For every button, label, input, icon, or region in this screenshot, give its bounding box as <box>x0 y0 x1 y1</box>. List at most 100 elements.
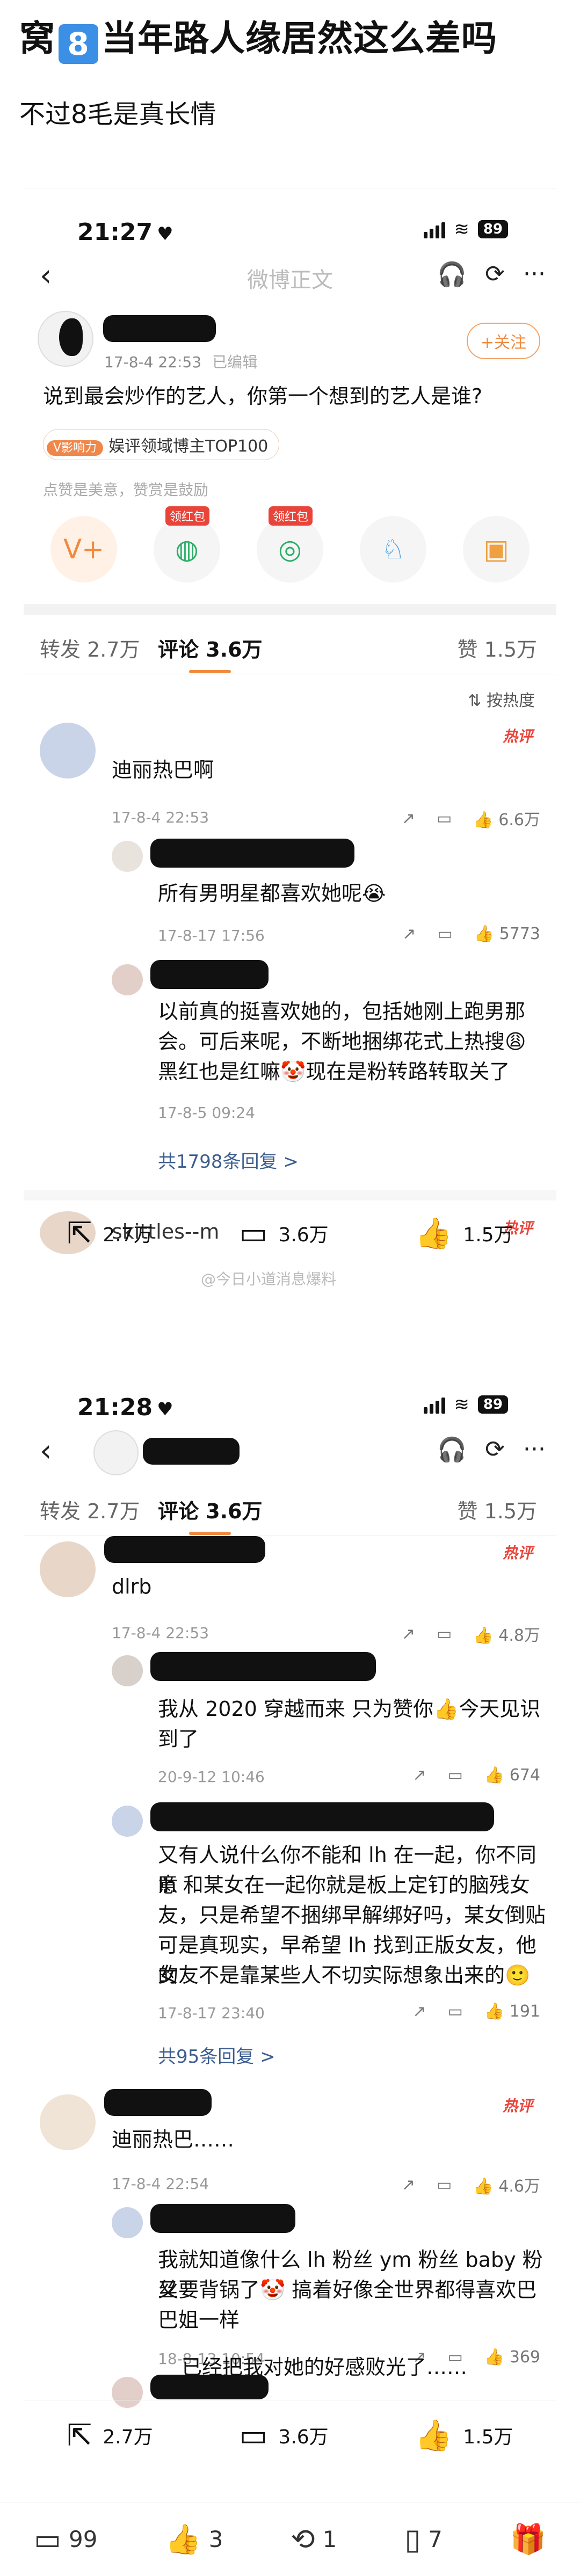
tab-comment[interactable]: 评论 3.6万 <box>158 1495 263 1535</box>
number-eight-emoji: 8 <box>59 24 98 64</box>
share-icon[interactable]: ↗ <box>412 2002 426 2021</box>
redacted-username <box>150 1802 494 1831</box>
share-icon[interactable]: ↗ <box>402 2175 415 2194</box>
comment-icon: ▭ <box>33 2522 62 2556</box>
comment-icon[interactable]: ▭ <box>447 2002 462 2021</box>
reply-text: 已经把我对她的好感败光了…… <box>182 2355 468 2379</box>
tab-forward[interactable]: 转发 2.7万 <box>40 1495 140 1524</box>
avatar[interactable] <box>112 964 143 995</box>
comment-icon[interactable]: ▭ <box>437 2175 452 2194</box>
avatar[interactable] <box>112 841 143 872</box>
hot-comment-badge: 热评 <box>502 1544 533 1562</box>
like-button[interactable]: 👍 6.6万 <box>473 806 540 830</box>
avatar[interactable] <box>93 1430 139 1475</box>
reply-text-line: 友，只是希望不捆绑早解绑好吗，某女倒贴 <box>158 1903 546 1927</box>
reply-text-line: 女友不是靠某些人不切实际想象出来的🙂 <box>158 1963 531 1987</box>
reply-text: 所有男明星都喜欢她呢😭 <box>158 882 386 905</box>
comment-icon[interactable]: ▭ <box>437 1625 452 1643</box>
like-button[interactable]: 👍 4.8万 <box>473 1622 540 1646</box>
like-button[interactable]: 👍 674 <box>484 1766 540 1785</box>
comment-button[interactable]: ▭ 3.6万 <box>240 1216 329 1251</box>
screenshot-2: 21:28 ♥ ≋ 89 ‹ 🎧 ⟳ ··· 转发 2.7万 评论 3.6万 赞 … <box>24 1364 556 2480</box>
avatar[interactable] <box>40 2094 96 2150</box>
avatar[interactable] <box>112 1806 143 1837</box>
redacted-username <box>104 1536 265 1563</box>
qq-icon[interactable]: ♘ <box>360 516 426 583</box>
avatar[interactable] <box>40 723 96 778</box>
like-button[interactable]: 👍 3 <box>165 2522 223 2557</box>
share-icon[interactable]: ↗ <box>402 1625 415 1643</box>
comment-icon[interactable]: ▭ <box>437 809 452 828</box>
like-button[interactable]: 👍 191 <box>484 2002 540 2021</box>
follow-button[interactable]: +关注 <box>466 323 540 359</box>
more-replies-link[interactable]: 共1798条回复 > <box>158 1147 299 1173</box>
tab-forward[interactable]: 转发 2.7万 <box>40 633 140 663</box>
like-icon: 👍 <box>415 1216 453 1251</box>
bookmark-icon: ▯ <box>404 2522 421 2556</box>
like-button[interactable]: 👍 4.6万 <box>473 2173 540 2196</box>
forward-icon: ⇱ <box>67 1216 92 1251</box>
author-row: 17-8-4 22:53 已编辑 +关注 <box>24 301 556 376</box>
comment-button[interactable]: ▭ 3.6万 <box>240 2418 329 2453</box>
more-replies-link[interactable]: 共95条回复 > <box>158 2042 276 2068</box>
share-row: V+ 领红包 ◍ 领红包 ◎ ♘ ▣ <box>24 505 556 604</box>
tab-comment[interactable]: 评论 3.6万 <box>158 633 263 673</box>
influence-tag[interactable]: V影响力 娱评领域博主TOP100 <box>43 429 280 460</box>
comment-icon[interactable]: ▭ <box>447 1766 462 1785</box>
reply-text-line: 会。可后来呢，不断地捆绑花式上热搜😩 <box>158 1030 526 1053</box>
avatar[interactable] <box>40 1541 96 1597</box>
repost-button[interactable]: ⟲ 1 <box>291 2522 337 2556</box>
gift-button[interactable]: 🎁 <box>510 2522 546 2557</box>
redacted-username <box>150 2204 295 2233</box>
status-bar: 21:27 ♥ ≋ 89 <box>24 188 556 248</box>
share-icon[interactable]: ↗ <box>402 809 415 828</box>
share-icon[interactable]: ↗ <box>402 925 416 943</box>
edited-label: 已编辑 <box>212 353 258 371</box>
redacted-username <box>150 960 269 989</box>
reply-text-line: 又要背锅了🤡 搞着好像全世界都得喜欢巴 <box>158 2278 537 2302</box>
favorite-button[interactable]: ▯ 7 <box>404 2522 442 2556</box>
wifi-icon: ≋ <box>454 219 469 240</box>
comment-icon[interactable]: ▭ <box>437 925 452 943</box>
sort-button[interactable]: ⇅ 按热度 <box>468 687 535 711</box>
search-icon[interactable]: ⟳ <box>485 1436 505 1464</box>
more-icon[interactable]: ··· <box>523 1436 546 1464</box>
hot-comment-badge: 热评 <box>502 2097 533 2115</box>
listen-icon[interactable]: 🎧 <box>437 1436 467 1464</box>
redacted-username <box>150 839 354 868</box>
moments-icon[interactable]: 领红包 ◎ <box>257 506 323 583</box>
clock: 21:28 <box>77 1394 153 1421</box>
like-button[interactable]: 👍 5773 <box>474 925 540 943</box>
tab-like[interactable]: 赞 1.5万 <box>457 1495 537 1524</box>
signal-icon <box>424 1395 446 1414</box>
avatar[interactable] <box>112 2207 143 2238</box>
redacted-username <box>150 1652 376 1681</box>
like-icon: 👍 <box>415 2418 453 2453</box>
more-icon[interactable]: ··· <box>523 260 546 288</box>
listen-icon[interactable]: 🎧 <box>437 260 467 288</box>
like-button[interactable]: 👍 1.5万 <box>415 2418 513 2453</box>
redacted-username <box>143 1438 240 1465</box>
reward-icon[interactable]: V+ <box>50 516 117 583</box>
comment-button[interactable]: ▭ 99 <box>34 2522 97 2556</box>
back-icon[interactable]: ‹ <box>40 1433 52 1468</box>
forward-button[interactable]: ⇱ 2.7万 <box>67 1216 153 1251</box>
image-share-icon[interactable]: ▣ <box>463 516 530 583</box>
wechat-icon[interactable]: 领红包 ◍ <box>154 506 220 583</box>
reply-text-line: 黑红也是红嘛🤡现在是粉转路转取关了 <box>158 1060 510 1083</box>
avatar[interactable] <box>38 311 93 367</box>
redacted-username <box>103 315 216 342</box>
tab-bar: 转发 2.7万 评论 3.6万 赞 1.5万 <box>24 1476 556 1536</box>
reply-time: 17-8-17 17:56 <box>158 927 265 944</box>
avatar[interactable] <box>112 1655 143 1686</box>
share-icon[interactable]: ↗ <box>412 1766 426 1785</box>
forward-button[interactable]: ⇱ 2.7万 <box>67 2418 153 2453</box>
clock: 21:27 <box>77 219 153 246</box>
like-button[interactable]: 👍 369 <box>484 2348 540 2367</box>
comment-time: 17-8-4 22:53 <box>112 809 209 826</box>
post-text: 说到最会炒作的艺人，你第一个想到的艺人是谁? <box>43 384 483 408</box>
like-button[interactable]: 👍 1.5万 <box>415 1216 513 1251</box>
tab-like[interactable]: 赞 1.5万 <box>457 633 537 663</box>
search-icon[interactable]: ⟳ <box>485 260 505 288</box>
tab-bar: 转发 2.7万 评论 3.6万 赞 1.5万 <box>24 615 556 674</box>
